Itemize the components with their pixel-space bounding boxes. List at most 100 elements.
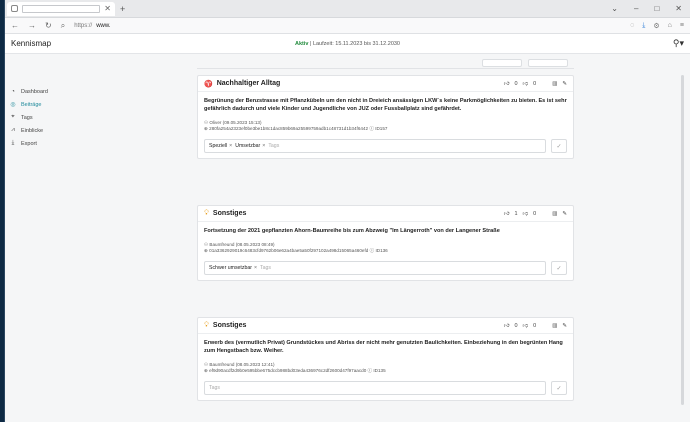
like-count: 1: [514, 210, 518, 217]
forward-icon[interactable]: →: [28, 21, 36, 30]
new-tab-icon[interactable]: +: [120, 4, 125, 14]
tab-title: [22, 4, 101, 13]
post-text: Begrünung der Benzstrasse mit Pflanzkübe…: [204, 98, 567, 112]
category-title: Sonstiges: [212, 210, 247, 217]
post-hash: ef9d90acdf2d9b0e595bbe675dccb988bd03eda4…: [209, 368, 367, 373]
tag-placeholder: Tags: [209, 385, 220, 391]
vote-bar: 👍︎ 1 👎︎ 0 ▥ ✎: [504, 211, 567, 217]
sidebar-item-dashboard[interactable]: ◔ Dashboard: [5, 85, 105, 98]
menu-icon[interactable]: ≡: [680, 22, 684, 30]
vote-bar: 👍︎ 0 👎︎ 0 ▥ ✎: [504, 323, 567, 329]
sidebar-item-label: Dashboard: [21, 88, 48, 95]
post-card: 💡︎ Sonstiges 👍︎ 1 👎︎ 0 ▥ ✎ Fortsetzung der…: [197, 205, 574, 281]
edit-icon[interactable]: ✎: [562, 211, 567, 217]
tag-row: Tags ✓: [204, 381, 567, 395]
minimize-icon[interactable]: –: [634, 4, 638, 13]
sidebar-item-einblicke[interactable]: ⩘ Einblicke: [5, 124, 105, 137]
sidebar-item-label: Beiträge: [21, 101, 42, 108]
dislike-count: 0: [533, 80, 537, 87]
lightbulb-icon: 💡︎: [204, 321, 209, 329]
favicon-icon: [11, 5, 18, 12]
filter-button[interactable]: [482, 59, 522, 67]
category-title: Sonstiges: [212, 322, 247, 329]
map-icon[interactable]: ▥: [552, 323, 557, 329]
thumbs-up-icon[interactable]: 👍︎: [504, 211, 510, 217]
tag-input[interactable]: Schwer umsetzbar × Tags: [204, 261, 546, 275]
close-window-icon[interactable]: ✕: [675, 4, 682, 13]
posts-list: ♈ Nachhaltiger Alltag 👍︎ 0 👎︎ 0 ▥ ✎ Begrün…: [197, 55, 577, 422]
map-icon[interactable]: ▥: [552, 211, 557, 217]
tag-input[interactable]: Speziell × Umsetzbar × Tags: [204, 139, 546, 153]
tag-icon: ⌖: [11, 114, 15, 120]
confirm-tags-button[interactable]: ✓: [551, 261, 567, 275]
browser-toolbar: ◌ ⤓ ⚙ ⌂ ≡: [630, 22, 684, 30]
vote-bar: 👍︎ 0 👎︎ 0 ▥ ✎: [504, 81, 567, 87]
tag-chip[interactable]: Umsetzbar ×: [235, 143, 265, 149]
tag-placeholder: Tags: [260, 265, 271, 271]
post-meta: ⚇ Baumfreund (08.05.2023 08:49) ⊕ 01a336…: [204, 242, 567, 254]
category-title: Nachhaltiger Alltag: [216, 80, 281, 87]
post-id: ID136: [375, 248, 388, 253]
thumbs-down-icon[interactable]: 👎︎: [523, 81, 529, 87]
runtime-text: | Laufzeit: 15.11.2023 bis 31.12.2030: [309, 40, 400, 47]
sprout-icon: ♈: [204, 80, 213, 88]
shield-icon[interactable]: ◌: [630, 22, 634, 30]
edit-icon[interactable]: ✎: [562, 81, 567, 87]
author-line: Baumfreund (08.05.2023 12:41): [209, 362, 275, 367]
posts-icon: ◎: [10, 102, 16, 108]
chevron-down-icon[interactable]: ⌄: [611, 4, 618, 13]
app-header: Kennismap Aktiv | Laufzeit: 15.11.2023 b…: [5, 34, 690, 54]
sidebar-item-beitraege[interactable]: ◎ Beiträge: [5, 98, 105, 111]
confirm-tags-button[interactable]: ✓: [551, 381, 567, 395]
remove-tag-icon: ×: [262, 143, 266, 149]
filter-bar: [197, 55, 574, 69]
maximize-icon[interactable]: □: [654, 4, 659, 13]
edit-icon[interactable]: ✎: [562, 323, 567, 329]
close-tab-icon[interactable]: ✕: [104, 4, 111, 13]
post-hash: 280fa254a2323ef0be3be1b8c1dac859b69a2559…: [209, 126, 369, 131]
like-count: 0: [514, 80, 518, 87]
extensions-icon[interactable]: ⚙: [653, 22, 659, 30]
download-icon[interactable]: ⤓: [642, 22, 645, 30]
thumbs-up-icon[interactable]: 👍︎: [504, 81, 510, 87]
tag-chip[interactable]: Schwer umsetzbar ×: [209, 265, 257, 271]
confirm-tags-button[interactable]: ✓: [551, 139, 567, 153]
browser-window: ✕ + ⌄ – □ ✕ ← → ↻ ⌕ https://www. ◌ ⤓ ⚙ ⌂…: [4, 0, 690, 422]
sidebar-item-tags[interactable]: ⌖ Tags: [5, 111, 105, 124]
dislike-count: 0: [533, 210, 537, 217]
address-bar[interactable]: https://www.: [74, 23, 110, 29]
tag-placeholder: Tags: [268, 143, 280, 149]
sidebar-item-label: Tags: [21, 114, 33, 121]
scrollbar[interactable]: [681, 75, 684, 405]
thumbs-up-icon[interactable]: 👍︎: [504, 323, 510, 329]
window-controls: ⌄ – □ ✕: [611, 4, 690, 13]
reload-icon[interactable]: ↻: [45, 21, 52, 30]
post-id: ID157: [375, 126, 388, 131]
like-count: 0: [514, 322, 518, 329]
sidebar-item-export[interactable]: ⤓ Export: [5, 137, 105, 150]
bookmark-icon[interactable]: ⌂: [668, 22, 672, 30]
back-icon[interactable]: ←: [11, 21, 19, 30]
thumbs-down-icon[interactable]: 👎︎: [523, 211, 529, 217]
tag-chip[interactable]: Speziell ×: [209, 143, 232, 149]
tag-row: Speziell × Umsetzbar × Tags ✓: [204, 139, 567, 153]
card-header: 💡︎ Sonstiges 👍︎ 1 👎︎ 0 ▥ ✎: [198, 206, 573, 222]
sort-button[interactable]: [528, 59, 568, 67]
thumbs-down-icon[interactable]: 👎︎: [523, 323, 529, 329]
status-badge: Aktiv: [295, 40, 309, 47]
tag-input[interactable]: Tags: [204, 381, 546, 395]
sidebar: ◔ Dashboard ◎ Beiträge ⌖ Tags ⩘ Einblick…: [5, 55, 105, 422]
search-icon: ⌕: [60, 20, 66, 30]
browser-tab[interactable]: ✕: [7, 1, 115, 16]
post-card: 💡︎ Sonstiges 👍︎ 0 👎︎ 0 ▥ ✎ Erwerb des (ver…: [197, 317, 574, 401]
remove-tag-icon: ×: [229, 143, 233, 149]
insights-icon: ⩘: [11, 127, 15, 133]
filter-buttons: [482, 59, 568, 67]
author-line: Baumfreund (08.05.2023 08:49): [209, 242, 275, 247]
dashboard-icon: ◔: [11, 88, 15, 95]
navigation-bar: ← → ↻ ⌕ https://www. ◌ ⤓ ⚙ ⌂ ≡: [5, 18, 690, 34]
remove-tag-icon: ×: [253, 265, 257, 271]
campaign-status: Aktiv | Laufzeit: 15.11.2023 bis 31.12.2…: [5, 41, 690, 47]
post-text: Fortsetzung der 2021 gepflanzten Ahorn-B…: [204, 228, 500, 234]
map-icon[interactable]: ▥: [552, 81, 557, 87]
